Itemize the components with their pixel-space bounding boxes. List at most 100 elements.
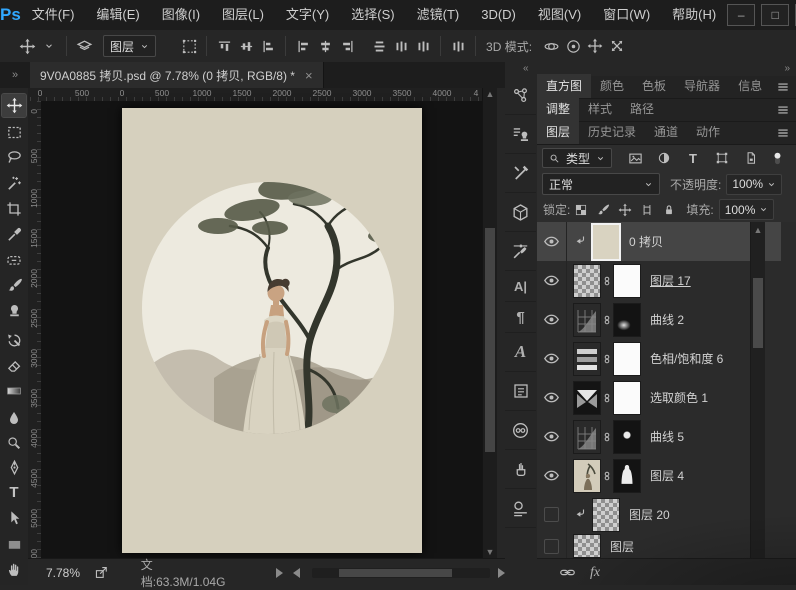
type-tool[interactable]: T (2, 481, 26, 504)
layer-thumbnail[interactable] (593, 498, 619, 531)
align-top-button[interactable] (213, 34, 235, 58)
tool-preset-chevron-icon[interactable] (38, 34, 60, 58)
mask-link-icon[interactable] (601, 352, 613, 366)
visibility-toggle[interactable] (537, 339, 567, 378)
tab-swatches[interactable]: 色板 (633, 74, 675, 98)
menu-window[interactable]: 窗口(W) (592, 0, 661, 30)
tab-navigator[interactable]: 导航器 (675, 74, 729, 98)
layer-name[interactable]: 0 拷贝 (629, 233, 663, 250)
tab-paths[interactable]: 路径 (621, 97, 663, 121)
tab-close-icon[interactable]: × (305, 68, 313, 83)
properties-panel-icon[interactable] (505, 372, 536, 411)
menu-view[interactable]: 视图(V) (527, 0, 592, 30)
curves-adjustment-thumbnail[interactable] (574, 303, 600, 336)
tab-actions[interactable]: 动作 (687, 120, 729, 144)
layer-thumbnail[interactable] (574, 264, 600, 297)
distribute-spacing-button[interactable] (447, 34, 469, 58)
menu-edit[interactable]: 编辑(E) (85, 0, 150, 30)
show-transform-controls-icon[interactable] (178, 34, 200, 58)
layer-name[interactable]: 图层 (610, 538, 634, 555)
visibility-toggle[interactable] (537, 378, 567, 417)
layer-mask-thumbnail[interactable] (614, 303, 640, 336)
visibility-toggle[interactable] (537, 495, 567, 534)
glyphs-panel-icon[interactable]: A (505, 333, 536, 372)
auto-select-layers-icon[interactable] (73, 34, 95, 58)
filter-type-dropdown[interactable]: 类型 (542, 148, 613, 168)
maximize-button[interactable]: □ (761, 4, 790, 26)
scroll-right-icon[interactable] (498, 567, 505, 578)
layer-name[interactable]: 图层 4 (650, 467, 684, 484)
layer-name[interactable]: 图层 17 (650, 272, 691, 289)
path-select-tool[interactable] (2, 506, 26, 529)
layer-thumbnail[interactable] (574, 535, 600, 557)
scroll-right-icon[interactable] (275, 567, 283, 578)
gradient-tool[interactable] (2, 379, 26, 402)
layers-scroll-thumb[interactable] (753, 278, 763, 348)
layer-thumbnail[interactable] (593, 224, 619, 259)
panel-menu-icon[interactable] (776, 126, 790, 140)
menu-select[interactable]: 选择(S) (340, 0, 405, 30)
layer-mask-thumbnail[interactable] (614, 459, 640, 492)
menu-image[interactable]: 图像(I) (151, 0, 211, 30)
3d-panel-icon[interactable] (505, 193, 536, 232)
menu-filter[interactable]: 滤镜(T) (406, 0, 471, 30)
visibility-toggle[interactable] (537, 300, 567, 339)
photo-layer-thumbnail[interactable] (574, 459, 600, 492)
align-right-button[interactable] (336, 34, 358, 58)
visibility-toggle[interactable] (537, 222, 567, 261)
layer-row-8[interactable]: 图层 (537, 534, 781, 558)
eyedropper-tool[interactable] (2, 223, 26, 246)
expand-panels-icon[interactable]: » (784, 63, 790, 74)
minimize-button[interactable]: – (727, 4, 756, 26)
hidden-visibility-box[interactable] (544, 538, 559, 554)
layer-row-2[interactable]: 曲线 2 (537, 300, 781, 340)
blur-tool[interactable] (2, 406, 26, 429)
curves-adjustment-thumbnail[interactable] (574, 420, 600, 453)
lock-pixels-icon[interactable] (596, 203, 610, 217)
lock-all-icon[interactable] (662, 203, 676, 217)
lasso-tool[interactable] (2, 146, 26, 169)
align-bottom-button[interactable] (257, 34, 279, 58)
tab-info[interactable]: 信息 (729, 74, 771, 98)
scroll-down-icon[interactable]: ▼ (483, 546, 497, 558)
scroll-left-icon[interactable] (292, 567, 300, 578)
panel-menu-icon[interactable] (776, 80, 790, 94)
layer-row-1[interactable]: 图层 17 (537, 261, 781, 301)
canvas-vscrollbar[interactable]: ▲ ▼ (482, 88, 497, 558)
mask-link-icon[interactable] (601, 391, 613, 405)
layer-name[interactable]: 选取颜色 1 (650, 389, 708, 406)
hue-saturation-thumbnail[interactable] (574, 342, 600, 375)
visibility-toggle[interactable] (537, 534, 567, 558)
layer-mask-thumbnail[interactable] (614, 342, 640, 375)
tab-history[interactable]: 历史记录 (579, 120, 645, 144)
3d-orbit-icon[interactable] (540, 34, 562, 58)
canvas-pasteboard[interactable] (41, 101, 482, 558)
current-tool-icon[interactable] (16, 34, 38, 58)
3d-scale-icon[interactable] (606, 34, 628, 58)
brushes-panel-icon[interactable] (505, 450, 536, 489)
link-layers-icon[interactable] (559, 564, 576, 581)
canvas-vscroll-thumb[interactable] (485, 228, 495, 452)
filter-pixel-layers-icon[interactable] (624, 146, 646, 170)
tab-adjustments[interactable]: 调整 (537, 97, 580, 121)
brush-settings-panel-icon[interactable] (505, 232, 536, 271)
marquee-tool[interactable] (2, 121, 26, 144)
tab-layers[interactable]: 图层 (537, 120, 580, 144)
menu-type[interactable]: 文字(Y) (275, 0, 340, 30)
tab-color[interactable]: 颜色 (591, 74, 633, 98)
learn-panel-icon[interactable] (505, 76, 536, 115)
layer-row-6[interactable]: 图层 4 (537, 456, 781, 496)
menu-file[interactable]: 文件(F) (21, 0, 86, 30)
blend-mode-dropdown[interactable]: 正常 (542, 173, 660, 195)
align-hcenter-button[interactable] (314, 34, 336, 58)
crop-tool[interactable] (2, 197, 26, 220)
clone-stamp-tool[interactable] (2, 299, 26, 322)
layer-row-0[interactable]: 0 拷贝 (537, 222, 781, 262)
visibility-toggle[interactable] (537, 417, 567, 456)
auto-select-dropdown[interactable]: 图层 (103, 35, 157, 57)
layer-name[interactable]: 曲线 2 (650, 311, 684, 328)
dodge-tool[interactable] (2, 431, 26, 454)
menu-help[interactable]: 帮助(H) (661, 0, 727, 30)
collapse-panels-icon[interactable]: « (523, 63, 529, 74)
fill-field[interactable]: 100% (718, 199, 775, 220)
